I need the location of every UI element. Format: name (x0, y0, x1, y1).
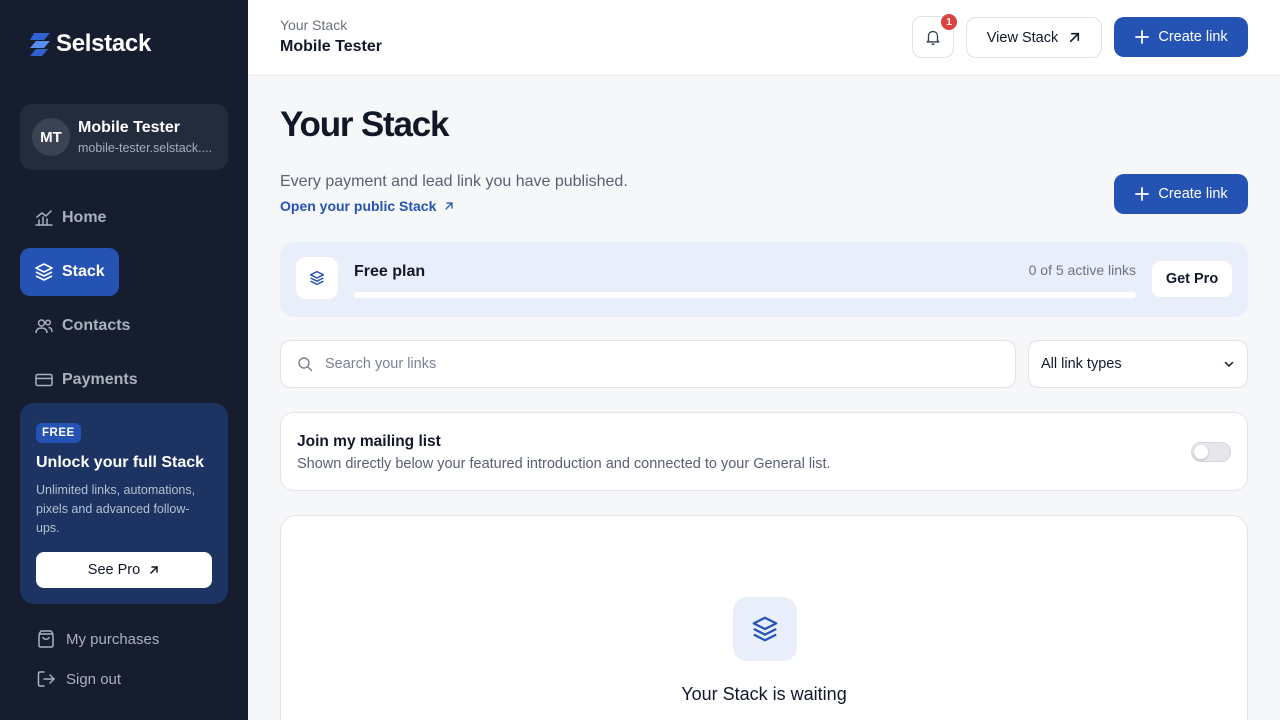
bell-icon (926, 30, 940, 45)
chevron-down-icon (1224, 361, 1234, 367)
upgrade-promo: FREE Unlock your full Stack Unlimited li… (20, 403, 228, 604)
breadcrumb[interactable]: Your Stack (280, 17, 347, 33)
sidebar-item-home[interactable]: Home (20, 194, 106, 242)
chart-icon (35, 210, 53, 226)
see-pro-button[interactable]: See Pro (36, 552, 212, 588)
see-pro-label: See Pro (87, 562, 141, 578)
sign-out-icon (37, 671, 55, 687)
sidebar-item-label: Payments (62, 371, 138, 388)
plan-icon-container (296, 257, 338, 299)
search-box (280, 340, 1016, 388)
main-content: Your Stack Every payment and lead link y… (248, 77, 1280, 720)
plan-badge: FREE (36, 423, 81, 443)
create-link-label: Create link (1158, 29, 1228, 45)
plus-icon (1135, 187, 1150, 201)
arrow-up-right-icon (445, 202, 453, 210)
credit-card-icon (35, 373, 53, 387)
create-link-button-header[interactable]: Create link (1114, 17, 1248, 57)
empty-state-icon-container (733, 597, 797, 661)
logo[interactable]: Selstack (28, 30, 151, 58)
layers-icon (35, 263, 53, 281)
sidebar-item-label: Contacts (62, 317, 131, 334)
layers-icon (752, 616, 778, 642)
plus-icon (1135, 30, 1150, 44)
mailing-list-description: Shown directly below your featured intro… (297, 456, 831, 472)
users-icon (35, 319, 53, 334)
empty-state-title: Your Stack is waiting (681, 684, 847, 704)
sign-out-link[interactable]: Sign out (36, 669, 121, 689)
arrow-up-right-icon (1070, 32, 1080, 43)
toggle-knob (1194, 445, 1208, 459)
plan-card: Free plan 0 of 5 active links Get Pro (280, 242, 1248, 317)
profile-card[interactable]: MT Mobile Tester mobile-tester.selstack.… (20, 104, 228, 170)
shopping-bag-icon (38, 630, 54, 648)
link-type-filter-value: All link types (1041, 356, 1122, 372)
notification-count-badge: 1 (941, 14, 957, 30)
plan-usage-progress-bar (354, 292, 1136, 298)
arrow-up-right-icon (150, 566, 158, 574)
search-icon (298, 357, 313, 372)
logo-icon (30, 33, 50, 56)
link-type-filter[interactable]: All link types (1028, 340, 1248, 388)
page-subtitle: Every payment and lead link you have pub… (280, 173, 628, 190)
sign-out-label: Sign out (66, 670, 122, 688)
mailing-list-card: Join my mailing list Shown directly belo… (280, 412, 1248, 491)
my-purchases-link[interactable]: My purchases (36, 629, 159, 649)
sidebar-item-payments[interactable]: Payments (20, 356, 138, 404)
brand-name: Selstack (56, 30, 152, 57)
search-input[interactable] (325, 356, 985, 372)
empty-state-card: Your Stack is waiting (280, 515, 1248, 720)
sidebar: Selstack MT Mobile Tester mobile-tester.… (0, 0, 248, 720)
sidebar-item-label: Home (62, 209, 107, 226)
public-link-label: Open your public Stack (280, 198, 437, 214)
notifications-button[interactable]: 1 (912, 14, 957, 58)
create-link-label: Create link (1158, 186, 1228, 202)
active-links-count: 0 of 5 active links (1028, 262, 1136, 278)
mailing-list-title: Join my mailing list (297, 433, 441, 450)
layers-icon (309, 270, 325, 286)
sidebar-item-stack[interactable]: Stack (20, 248, 119, 296)
view-stack-label: View Stack (986, 29, 1059, 46)
promo-title: Unlock your full Stack (36, 454, 205, 471)
get-pro-button[interactable]: Get Pro (1152, 261, 1232, 297)
mailing-list-toggle[interactable] (1191, 442, 1231, 462)
sidebar-item-label: Stack (62, 263, 105, 280)
view-stack-button[interactable]: View Stack (966, 17, 1102, 58)
top-bar: Your Stack Mobile Tester 1 View Stack Cr… (248, 0, 1280, 76)
sidebar-item-contacts[interactable]: Contacts (20, 302, 130, 350)
promo-description: Unlimited links, automations, pixels and… (36, 483, 196, 535)
page-title: Your Stack (280, 105, 449, 144)
avatar: MT (32, 118, 70, 156)
create-link-button[interactable]: Create link (1114, 174, 1248, 214)
header-title: Mobile Tester (280, 38, 382, 55)
open-public-stack-link[interactable]: Open your public Stack (280, 198, 454, 214)
profile-name: Mobile Tester (78, 119, 180, 136)
my-purchases-label: My purchases (66, 630, 160, 648)
plan-name: Free plan (354, 263, 426, 280)
profile-url: mobile-tester.selstack.... (78, 141, 213, 155)
